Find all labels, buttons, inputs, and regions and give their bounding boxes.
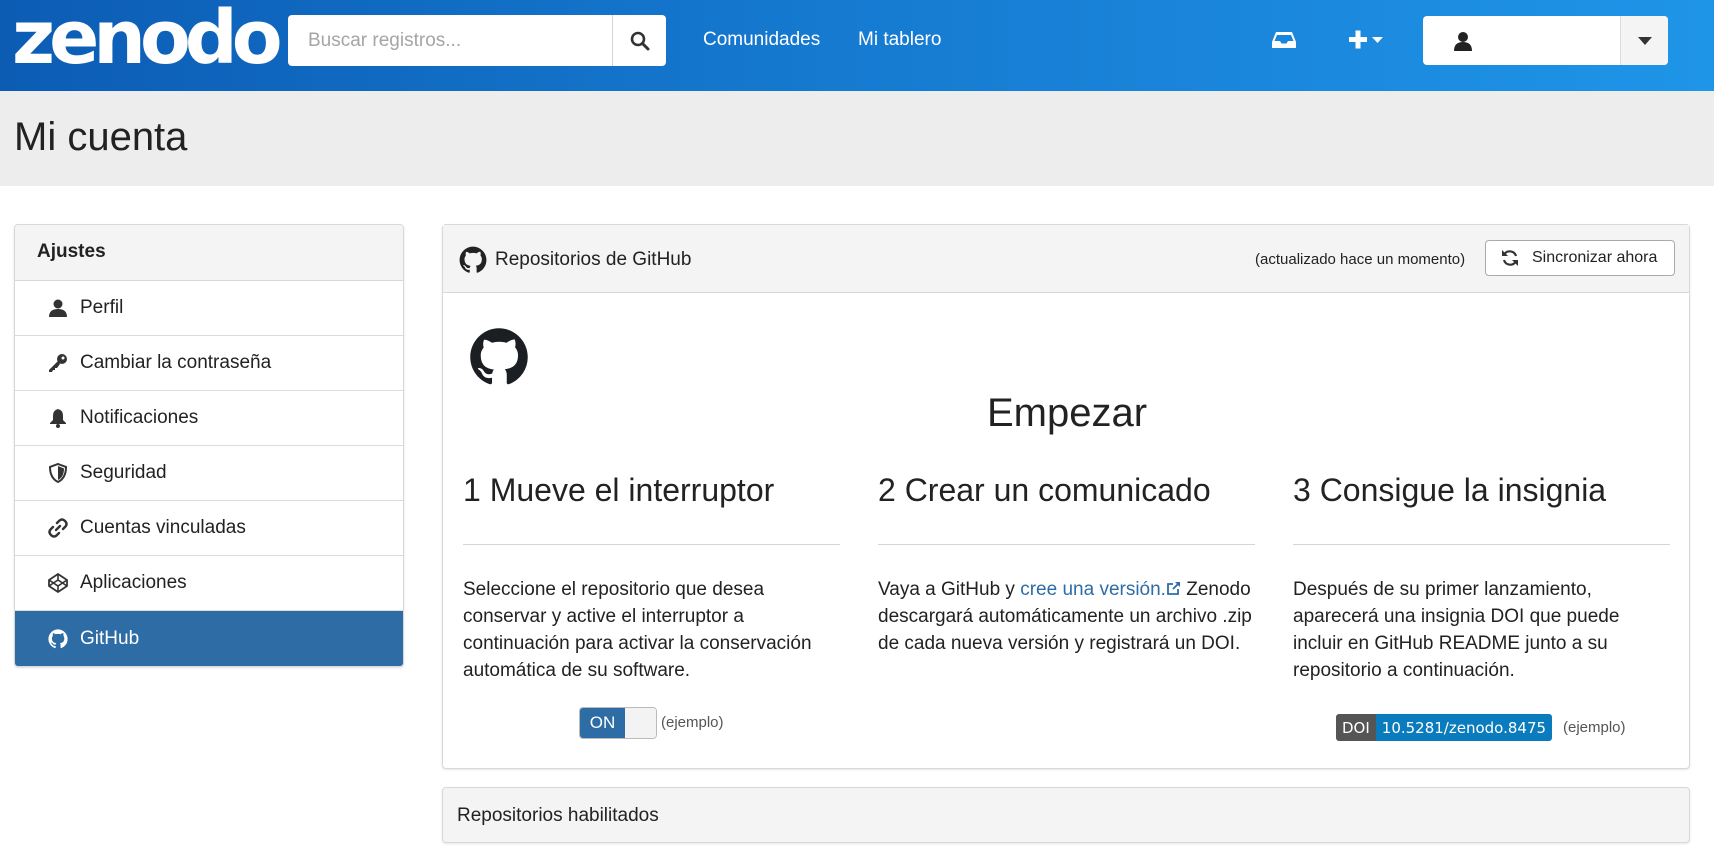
- sidebar-item-github[interactable]: GitHub: [15, 611, 403, 666]
- caret-down-icon: [1637, 36, 1652, 45]
- sync-now-label: Sincronizar ahora: [1532, 249, 1658, 266]
- user-icon: [47, 297, 69, 319]
- enabled-repositories-title: Repositorios habilitados: [457, 805, 659, 826]
- sidebar-item-label: Cambiar la contraseña: [80, 352, 272, 373]
- page-title: Mi cuenta: [14, 115, 188, 159]
- search-input[interactable]: [288, 15, 612, 66]
- step-text: Después de su primer lanzamiento, aparec…: [1293, 579, 1620, 681]
- sidebar-item-perfil[interactable]: Perfil: [15, 281, 403, 336]
- toggle-on-label: ON: [580, 708, 625, 738]
- panel-header: Repositorios de GitHub (actualizado hace…: [443, 225, 1689, 293]
- step-3: 3 Consigue la insignia Después de su pri…: [1293, 471, 1670, 684]
- page-header: Mi cuenta: [0, 91, 1714, 186]
- getting-started-heading: Empezar: [986, 391, 1148, 435]
- step-text: Vaya a GitHub y cree una versión. Zenodo…: [878, 576, 1255, 657]
- sidebar-item-label: GitHub: [80, 627, 140, 649]
- doi-badge-label: DOI: [1336, 714, 1376, 741]
- key-icon: [47, 352, 69, 374]
- sidebar-item-label: Perfil: [80, 297, 124, 318]
- last-updated-text: (actualizado hace un momento): [1255, 251, 1466, 268]
- step-text: Seleccione el repositorio que desea cons…: [463, 579, 812, 681]
- nav-mi-tablero[interactable]: Mi tablero: [858, 29, 941, 51]
- search-icon: [630, 31, 649, 50]
- toggle-knob: [625, 708, 656, 738]
- zenodo-logo[interactable]: zenodo: [12, 1, 283, 75]
- sidebar-heading: Ajustes: [15, 225, 403, 281]
- new-upload-button[interactable]: [1348, 28, 1388, 52]
- shield-icon: [47, 462, 69, 484]
- nav-comunidades[interactable]: Comunidades: [703, 29, 820, 51]
- codepen-icon: [47, 572, 69, 594]
- user-menu-toggle[interactable]: [1620, 16, 1668, 65]
- step-2: 2 Crear un comunicado Vaya a GitHub y cr…: [878, 471, 1255, 657]
- step-title: 3 Consigue la insignia: [1293, 471, 1670, 545]
- settings-sidebar: Ajustes Perfil Cambiar la contraseña Not…: [14, 224, 404, 667]
- example-note: (ejemplo): [1563, 719, 1626, 736]
- bell-icon: [47, 407, 69, 429]
- step-title: 1 Mueve el interruptor: [463, 471, 840, 545]
- sidebar-item-label: Notificaciones: [80, 407, 199, 428]
- example-note: (ejemplo): [661, 714, 724, 731]
- sync-now-button[interactable]: Sincronizar ahora: [1485, 240, 1675, 276]
- sidebar-item-cambiar-contrasena[interactable]: Cambiar la contraseña: [15, 336, 403, 391]
- github-icon: [47, 628, 69, 650]
- plus-icon: [1349, 30, 1383, 49]
- panel-title: Repositorios de GitHub: [495, 249, 692, 270]
- doi-badge: DOI 10.5281/zenodo.8475: [1336, 714, 1553, 741]
- sidebar-item-seguridad[interactable]: Seguridad: [15, 446, 403, 501]
- user-menu[interactable]: [1423, 16, 1668, 65]
- refresh-icon: [1500, 248, 1520, 268]
- inbox-icon: [1272, 32, 1296, 48]
- top-navbar: zenodo Comunidades Mi tablero: [0, 0, 1714, 91]
- github-logo-icon: [469, 327, 529, 387]
- create-release-link[interactable]: cree una versión.: [1020, 579, 1181, 600]
- sidebar-item-label: Cuentas vinculadas: [80, 517, 246, 538]
- github-repositories-panel: Repositorios de GitHub (actualizado hace…: [442, 224, 1690, 769]
- user-icon: [1454, 31, 1472, 51]
- search-box: [288, 15, 666, 66]
- github-icon: [459, 246, 487, 274]
- external-link-icon: [1166, 577, 1181, 595]
- user-menu-button[interactable]: [1423, 16, 1620, 65]
- enabled-repositories-panel: Repositorios habilitados: [442, 787, 1690, 843]
- inbox-button[interactable]: [1270, 28, 1298, 52]
- link-icon: [47, 517, 69, 539]
- search-button[interactable]: [612, 15, 666, 66]
- step-1: 1 Mueve el interruptor Seleccione el rep…: [463, 471, 840, 684]
- sidebar-item-label: Aplicaciones: [80, 572, 187, 593]
- example-toggle-switch[interactable]: ON: [579, 707, 657, 739]
- sidebar-item-label: Seguridad: [80, 462, 167, 483]
- doi-badge-value: 10.5281/zenodo.8475: [1375, 714, 1553, 741]
- step-text-before: Vaya a GitHub y: [878, 579, 1021, 600]
- sidebar-item-aplicaciones[interactable]: Aplicaciones: [15, 556, 403, 611]
- sidebar-item-notificaciones[interactable]: Notificaciones: [15, 391, 403, 446]
- create-release-link-label: cree una versión.: [1020, 579, 1166, 600]
- sidebar-item-cuentas-vinculadas[interactable]: Cuentas vinculadas: [15, 501, 403, 556]
- step-title: 2 Crear un comunicado: [878, 471, 1255, 545]
